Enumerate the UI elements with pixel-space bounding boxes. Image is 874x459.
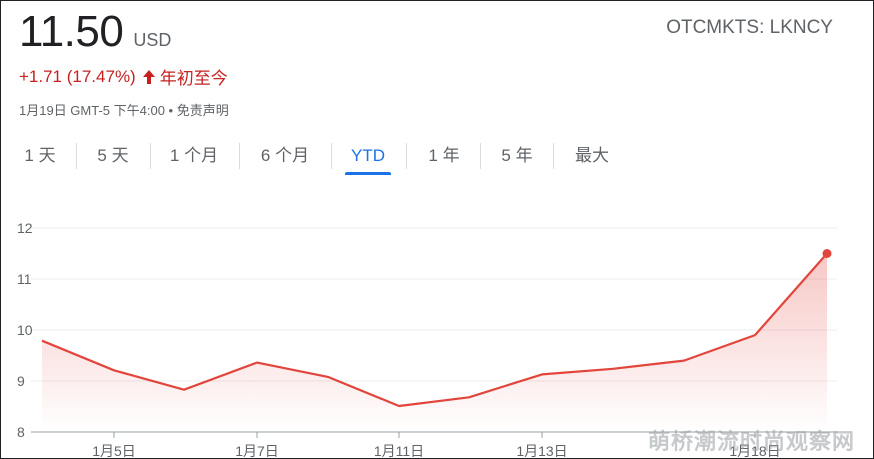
price-value: 11.50 (19, 7, 124, 56)
x-tick-label: 1月7日 (235, 443, 279, 458)
price-currency: USD (133, 30, 172, 50)
tab-ytd[interactable]: YTD (345, 139, 391, 175)
x-tick-label: 1月13日 (516, 443, 567, 458)
tab-5-year[interactable]: 5 年 (496, 139, 538, 173)
tab-divider (76, 143, 77, 169)
tab-divider (331, 143, 332, 169)
tab-divider (239, 143, 240, 169)
x-tick-label: 1月5日 (92, 443, 136, 458)
ticker-symbol: OTCMKTS: LKNCY (666, 17, 833, 38)
tab-divider (406, 143, 407, 169)
change-value: +1.71 (17.47%) (19, 66, 136, 86)
arrow-up-icon (142, 69, 155, 84)
tab-1-month[interactable]: 1 个月 (165, 139, 223, 173)
quote-timestamp-disclaimer[interactable]: 1月19日 GMT-5 下午4:00 • 免责声明 (19, 100, 229, 119)
tab-divider (480, 143, 481, 169)
y-axis: 8 9 10 11 12 (17, 220, 33, 440)
y-tick-label: 11 (17, 271, 32, 287)
price-area-fill (42, 253, 827, 432)
tab-ytd-label: YTD (351, 146, 385, 165)
price-change: +1.71 (17.47%) 年初至今 (19, 64, 228, 89)
change-period: 年初至今 (159, 69, 228, 88)
tab-1-day[interactable]: 1 天 (19, 139, 61, 173)
price-block: 11.50 USD (19, 7, 171, 57)
watermark-text: 萌桥潮流时尚观察网 (647, 429, 855, 454)
y-tick-label: 8 (17, 424, 25, 440)
y-tick-label: 10 (17, 322, 33, 338)
x-tick-label: 1月11日 (374, 443, 424, 458)
stock-quote-panel: 11.50 USD OTCMKTS: LKNCY +1.71 (17.47%) … (0, 0, 874, 459)
tab-divider (553, 143, 554, 169)
tab-6-month[interactable]: 6 个月 (255, 139, 315, 173)
tab-divider (150, 143, 151, 169)
y-tick-label: 12 (17, 220, 33, 236)
tab-max[interactable]: 最大 (569, 139, 615, 173)
price-chart[interactable]: 89101112 1月5日 1月7日 1月11日 1月13日 1月18日 (1, 201, 873, 458)
y-tick-label: 9 (17, 373, 25, 389)
latest-price-point (822, 249, 832, 258)
tab-1-year[interactable]: 1 年 (423, 139, 465, 173)
tab-5-day[interactable]: 5 天 (91, 139, 135, 173)
active-tab-indicator (345, 172, 391, 175)
